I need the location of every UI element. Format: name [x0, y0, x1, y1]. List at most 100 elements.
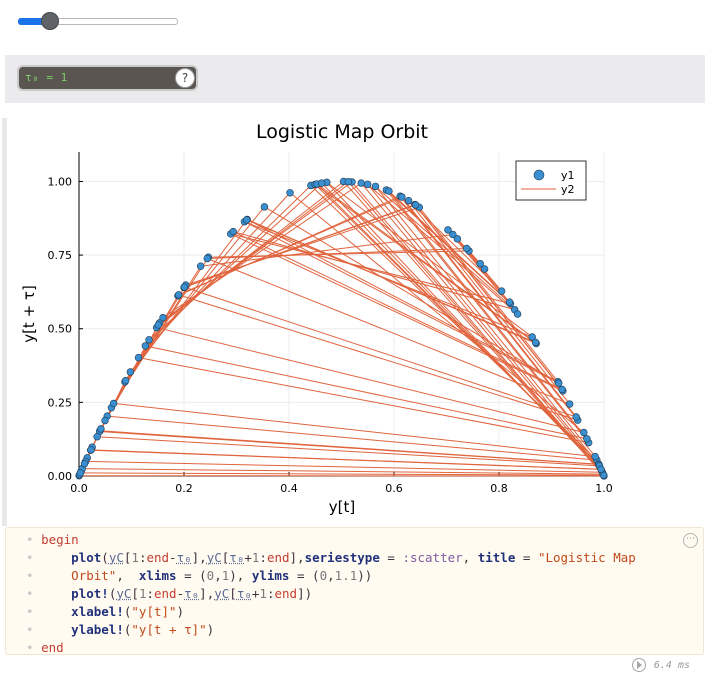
code-token: yC — [206, 550, 222, 565]
cell-menu-icon[interactable]: ⋯ — [683, 533, 698, 548]
series-y1-point — [453, 235, 462, 243]
series-y1-point — [121, 376, 130, 385]
series-y1-point — [357, 179, 365, 187]
code-token: end — [266, 550, 290, 565]
line-bullet: • — [26, 586, 42, 601]
code-token: end — [274, 586, 298, 601]
play-circle-icon[interactable] — [631, 658, 646, 672]
code-token: , — [116, 568, 139, 583]
code-token: ( — [101, 550, 109, 565]
code-line: • Orbit", xlims = (0,1), ylims = (0,1.1)… — [26, 568, 372, 583]
code-token: )) — [357, 568, 373, 583]
code-token: 0 — [319, 568, 328, 583]
series-y1-point — [154, 321, 162, 329]
code-token: - — [176, 586, 185, 601]
code-token: ], — [191, 550, 207, 565]
code-token: = — [515, 550, 538, 565]
code-token: "y[t]" — [131, 604, 177, 619]
series-y1-point — [97, 425, 105, 433]
code-token: "Logistic Map — [537, 550, 636, 565]
code-token: [ — [131, 586, 139, 601]
code-line: • begin — [26, 532, 79, 547]
series-y1-point — [398, 193, 406, 201]
code-token: yC — [214, 586, 230, 601]
series-y2-segment — [124, 219, 248, 383]
series-y1-point — [101, 416, 109, 425]
x-tick-label: 0.0 — [70, 482, 88, 495]
runtime-text: 6.4 ms — [653, 660, 690, 671]
series-y2-segment — [415, 204, 563, 390]
series-y1-point — [597, 465, 605, 474]
series-y2-segment — [321, 182, 602, 470]
code-token: xlims — [138, 568, 177, 583]
code-token: ), — [229, 568, 252, 583]
code-line: • plot(yC[1:end-τ₀],yC[τ₀+1:end],seriest… — [26, 550, 636, 565]
legend-y1-marker — [533, 169, 545, 181]
code-token: end — [146, 550, 170, 565]
tau-slider[interactable] — [18, 12, 178, 30]
series-y1-point — [134, 353, 143, 362]
code-line: • plot!(yC[1:end-τ₀],yC[τ₀+1:end]) — [26, 586, 312, 601]
series-y1-point — [229, 227, 237, 236]
code-token: plot! — [71, 586, 109, 601]
series-y1-point — [371, 182, 380, 191]
code-token: : — [146, 586, 154, 601]
code-token: title — [477, 550, 516, 565]
series-y1-point — [531, 338, 540, 347]
series-y2-segment — [162, 182, 362, 319]
code-token: : — [259, 550, 267, 565]
y-axis-label: y[t + τ] — [20, 285, 38, 343]
series-y2-segment — [316, 183, 600, 467]
slider-thumb[interactable] — [41, 12, 59, 30]
code-token: ]) — [297, 586, 313, 601]
series-y1-point — [505, 298, 514, 306]
code-line: • xlabel!("y[t]") — [26, 604, 184, 619]
code-token: τ₀ — [176, 550, 192, 565]
question-mark-circle-icon[interactable]: ? — [175, 68, 195, 88]
plot-output-cell: Logistic Map Orbit 0.0 0.2 0.4 0.6 0.8 1.0 0.00… — [2, 118, 708, 526]
code-token: ) — [206, 622, 215, 637]
y-tick-label: 0.50 — [48, 323, 73, 336]
series-y1-point — [180, 283, 188, 291]
series-y2-segment — [351, 181, 604, 475]
code-token: 1 — [259, 586, 267, 601]
code-token: ) — [176, 604, 185, 619]
series-y2-segment — [375, 186, 516, 311]
code-token: ], — [199, 586, 215, 601]
series-y1-point — [462, 244, 471, 253]
series-y2-segment — [97, 436, 600, 467]
cell-runtime: 6.4 ms — [631, 658, 690, 672]
series-y2-segment — [360, 182, 602, 470]
y-tick-label: 0.75 — [48, 249, 73, 262]
series-y1-point — [572, 413, 580, 421]
line-bullet: • — [26, 532, 42, 547]
tau-value-text: τ₀ = 1 — [25, 71, 68, 84]
series-y1-point — [580, 428, 588, 437]
series-y2-segment — [184, 204, 416, 288]
code-line: • end — [26, 640, 64, 655]
code-token: τ₀ — [184, 586, 200, 601]
series-y1-point — [286, 189, 294, 197]
series-y1-point — [497, 287, 506, 295]
series-y1-point — [87, 446, 95, 454]
code-token: = — [379, 550, 403, 565]
code-cell[interactable]: ⋯ • begin • plot(yC[1:end-τ₀],yC[τ₀+1:end… — [5, 527, 704, 655]
series-y1-point — [411, 201, 420, 209]
code-token: , — [327, 568, 335, 583]
code-token: :scatter — [402, 550, 463, 565]
series-y1-point — [203, 254, 211, 263]
code-token: = ( — [176, 568, 207, 583]
code-token: ], — [289, 550, 305, 565]
code-token: 1.1 — [334, 568, 358, 583]
series-y1-point — [93, 433, 101, 441]
series-y1-point — [145, 336, 153, 344]
series-y2-segment — [233, 231, 515, 311]
code-token: ylabel! — [71, 622, 124, 637]
y-tick-label: 0.00 — [48, 470, 73, 483]
series-y1-point — [513, 310, 522, 318]
x-tick-label: 1.0 — [595, 482, 613, 495]
code-token: [ — [229, 586, 237, 601]
